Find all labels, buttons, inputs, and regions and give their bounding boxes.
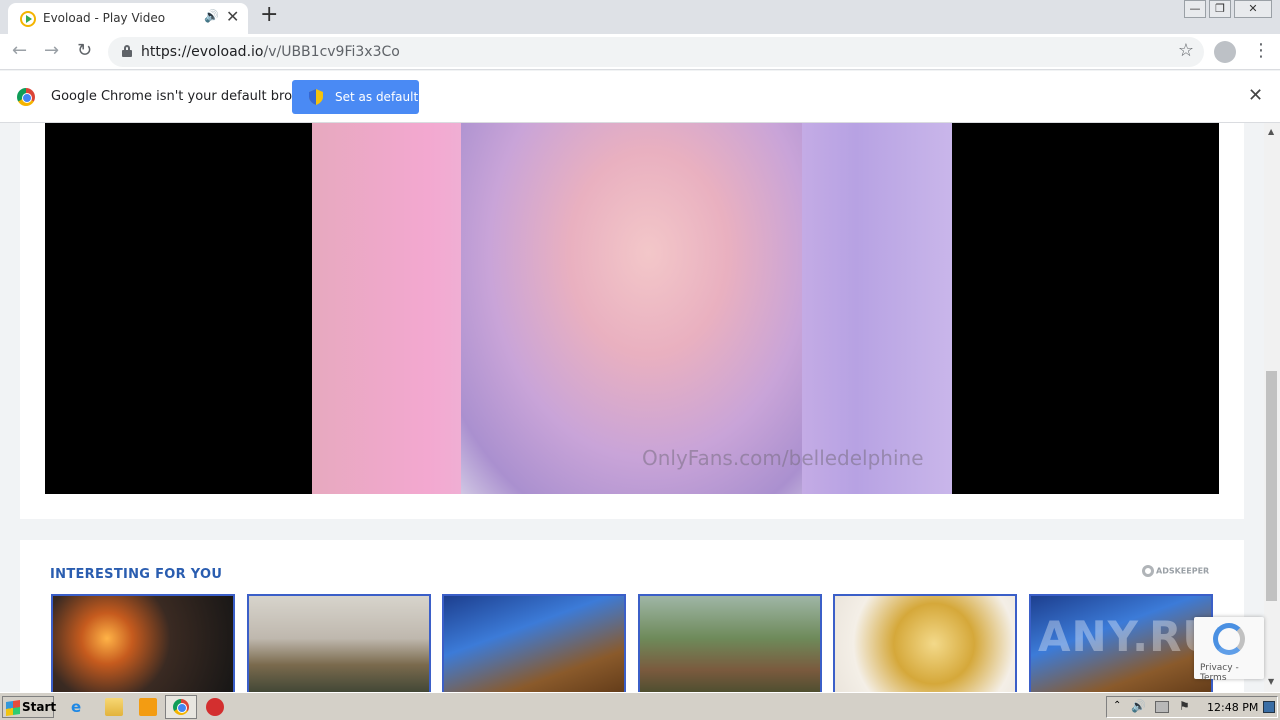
default-browser-infobar: Google Chrome isn't your default browser… <box>0 71 1280 123</box>
recaptcha-badge[interactable]: Privacy - Terms <box>1194 617 1264 683</box>
infobar-close-icon[interactable]: ✕ <box>1248 85 1263 106</box>
speaker-icon[interactable]: 🔊 <box>204 9 219 23</box>
scroll-down-arrow-icon[interactable]: ▼ <box>1268 677 1274 686</box>
tab-title: Evoload - Play Video <box>43 11 166 25</box>
back-button[interactable]: ← <box>12 40 27 61</box>
network-icon[interactable] <box>1155 701 1169 713</box>
recommendations-title: INTERESTING FOR YOU <box>50 567 223 582</box>
video-player[interactable]: OnlyFans.com/belledelphine <box>45 123 1219 494</box>
start-button[interactable]: Start <box>2 696 57 718</box>
clock[interactable]: 12:48 PM <box>1207 701 1258 714</box>
player-card: OnlyFans.com/belledelphine <box>20 123 1244 519</box>
restore-button[interactable]: ❐ <box>1209 0 1231 18</box>
internet-explorer-icon[interactable]: e <box>71 698 89 716</box>
volume-icon[interactable]: 🔊 <box>1131 699 1146 713</box>
set-as-default-label: Set as default <box>335 90 419 104</box>
recaptcha-privacy-terms-link[interactable]: Privacy - Terms <box>1200 663 1264 683</box>
set-as-default-button[interactable]: Set as default <box>292 80 419 114</box>
tab-close-icon[interactable]: ✕ <box>226 7 239 26</box>
adskeeper-label: ADSKEEPER <box>1156 566 1210 576</box>
folder-icon[interactable] <box>105 698 123 716</box>
action-center-flag-icon[interactable]: ⚑ <box>1179 699 1190 713</box>
recommendation-thumbnail-jungle-group[interactable] <box>638 594 822 692</box>
system-tray: ⌃ 🔊 ⚑ 12:48 PM <box>1106 696 1278 718</box>
reload-button[interactable]: ↻ <box>77 40 92 61</box>
window-close-button[interactable]: ✕ <box>1234 0 1272 18</box>
recommendation-thumbnail-castle[interactable] <box>442 594 626 692</box>
windows-logo-icon <box>6 700 20 716</box>
stop-icon[interactable] <box>206 698 224 716</box>
browser-toolbar: ← → ↻ https://evoload.io/v/UBB1cv9Fi3x3C… <box>0 34 1280 70</box>
url-host: https://evoload.io <box>141 44 264 60</box>
title-bar: Evoload - Play Video 🔊 ✕ + — ❐ ✕ <box>0 0 1280 34</box>
windows-taskbar: Start e ⌃ 🔊 ⚑ 12:48 PM <box>0 692 1280 720</box>
scroll-thumb[interactable] <box>1266 371 1277 601</box>
media-player-icon[interactable] <box>139 698 157 716</box>
taskbar-chrome-button[interactable] <box>165 695 197 719</box>
evoload-favicon-icon <box>20 11 36 27</box>
video-frame <box>461 123 802 494</box>
chrome-logo-icon <box>17 88 35 106</box>
video-watermark: OnlyFans.com/belledelphine <box>642 446 924 470</box>
address-bar[interactable]: https://evoload.io/v/UBB1cv9Fi3x3Co ☆ <box>108 37 1204 67</box>
chrome-icon <box>173 699 189 715</box>
minimize-button[interactable]: — <box>1184 0 1206 18</box>
page-scrollbar[interactable]: ▲ ▼ <box>1264 123 1280 692</box>
bookmark-star-icon[interactable]: ☆ <box>1178 40 1194 61</box>
key-icon <box>1142 565 1154 577</box>
forward-button[interactable]: → <box>44 40 59 61</box>
recommendation-thumbnail-two-women[interactable] <box>247 594 431 692</box>
url-text[interactable]: https://evoload.io/v/UBB1cv9Fi3x3Co <box>141 44 400 60</box>
recommendation-thumbnail-meteor[interactable] <box>51 594 235 692</box>
infobar-message: Google Chrome isn't your default browser <box>51 89 323 104</box>
adskeeper-logo[interactable]: ADSKEEPER <box>1142 565 1209 577</box>
browser-tab[interactable]: Evoload - Play Video 🔊 ✕ <box>8 3 248 34</box>
profile-avatar[interactable] <box>1214 41 1236 63</box>
scroll-up-arrow-icon[interactable]: ▲ <box>1268 127 1274 136</box>
recommendation-thumbnail-bitcoin[interactable] <box>833 594 1017 692</box>
show-desktop-icon[interactable] <box>1263 701 1275 713</box>
browser-menu-icon[interactable]: ⋮ <box>1252 40 1270 61</box>
lock-icon[interactable] <box>122 45 132 57</box>
show-hidden-icons-arrow-icon[interactable]: ⌃ <box>1113 700 1121 711</box>
shield-icon <box>309 89 323 105</box>
start-label: Start <box>22 700 57 714</box>
page-content: OnlyFans.com/belledelphine INTERESTING F… <box>0 123 1264 692</box>
recaptcha-icon <box>1213 623 1245 655</box>
url-path: /v/UBB1cv9Fi3x3Co <box>263 44 400 60</box>
new-tab-button[interactable]: + <box>260 2 278 27</box>
